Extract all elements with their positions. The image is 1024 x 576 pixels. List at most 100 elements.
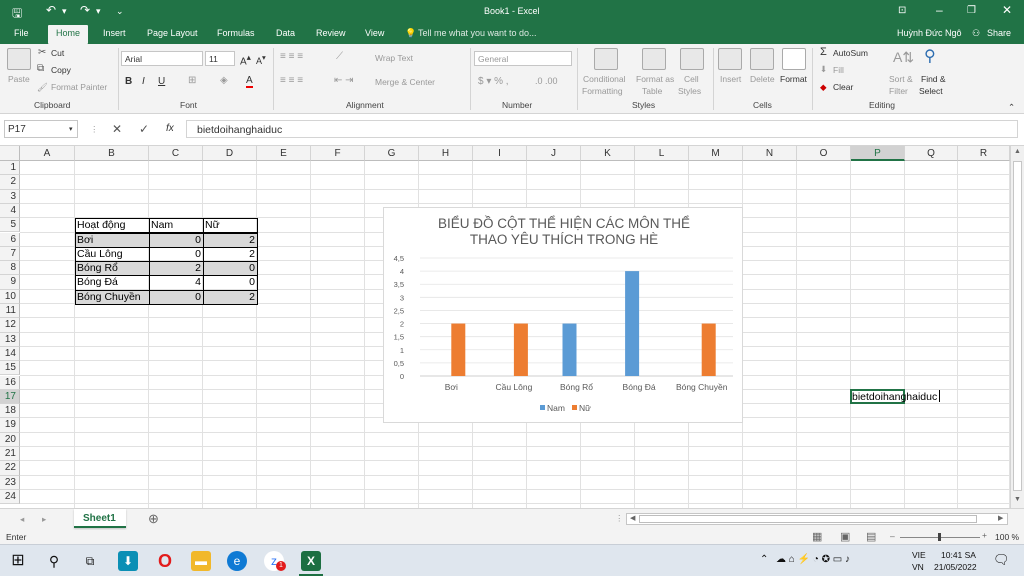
sort-label1[interactable]: Sort & bbox=[889, 74, 913, 84]
conditional-formatting-label2[interactable]: Formatting bbox=[582, 86, 623, 96]
column-header-m[interactable]: M bbox=[689, 146, 743, 161]
name-box-dropdown-icon[interactable]: ▾ bbox=[69, 125, 73, 133]
table-cell[interactable]: Cầu Lông bbox=[77, 247, 149, 261]
bar-chart[interactable]: BIỂU ĐỒ CỘT THỂ HIỆN CÁC MÔN THỂ THAO YÊ… bbox=[383, 207, 743, 423]
insert-cells-icon[interactable] bbox=[718, 48, 742, 70]
normal-view-icon[interactable]: ▦ bbox=[812, 530, 822, 543]
underline-button[interactable]: U bbox=[158, 76, 165, 87]
enter-icon[interactable]: ✓ bbox=[139, 122, 149, 136]
row-header-4[interactable]: 4 bbox=[0, 203, 20, 219]
name-box[interactable]: P17 bbox=[4, 120, 78, 138]
align-left-icon[interactable]: ≡ ≡ ≡ bbox=[280, 75, 303, 86]
bar-nam-2[interactable] bbox=[562, 323, 577, 376]
table-cell[interactable]: 0 bbox=[205, 275, 257, 289]
cell-styles-icon[interactable] bbox=[680, 48, 704, 70]
column-header-i[interactable]: I bbox=[473, 146, 527, 161]
row-header-6[interactable]: 6 bbox=[0, 232, 20, 247]
menu-file[interactable]: File bbox=[14, 28, 29, 38]
row-header-3[interactable]: 3 bbox=[0, 189, 20, 204]
cell-styles-label1[interactable]: Cell bbox=[684, 74, 699, 84]
app-icon[interactable]: ⬇ bbox=[118, 551, 138, 571]
row-header-21[interactable]: 21 bbox=[0, 447, 20, 462]
table-cell[interactable]: 0 bbox=[151, 233, 203, 247]
table-header-cell[interactable]: Hoạt động bbox=[77, 218, 149, 232]
row-header-19[interactable]: 19 bbox=[0, 418, 20, 433]
menu-page-layout[interactable]: Page Layout bbox=[147, 28, 198, 38]
tell-me-search[interactable]: Tell me what you want to do... bbox=[418, 28, 537, 38]
table-header-cell[interactable]: Nữ bbox=[205, 218, 257, 232]
bar-nữ-0[interactable] bbox=[451, 323, 466, 376]
borders-icon[interactable]: ⊞ bbox=[188, 75, 196, 86]
conditional-formatting-icon[interactable] bbox=[594, 48, 618, 70]
menu-formulas[interactable]: Formulas bbox=[217, 28, 255, 38]
currency-icon[interactable]: $ ▾ % , bbox=[478, 76, 509, 87]
collapse-ribbon-icon[interactable]: ⌃ bbox=[1008, 102, 1015, 113]
bar-nam-3[interactable] bbox=[625, 271, 640, 376]
table-cell[interactable]: Bóng Đá bbox=[77, 275, 149, 289]
edge-icon[interactable]: e bbox=[227, 551, 247, 571]
restore-icon[interactable]: ❐ bbox=[967, 5, 976, 16]
cut-button[interactable]: Cut bbox=[51, 48, 64, 58]
row-header-2[interactable]: 2 bbox=[0, 175, 20, 190]
row-header-15[interactable]: 15 bbox=[0, 361, 20, 376]
font-color-icon[interactable]: A bbox=[246, 75, 253, 88]
tray-icons[interactable]: ☁ ⌂ ⚡ ◔ ✪ ▭ ♪ bbox=[776, 554, 850, 565]
cell-styles-label2[interactable]: Styles bbox=[678, 86, 701, 96]
cancel-icon[interactable]: ✕ bbox=[112, 122, 122, 136]
column-header-j[interactable]: J bbox=[527, 146, 581, 161]
column-header-a[interactable]: A bbox=[20, 146, 75, 161]
chevron-up-icon[interactable]: ⌃ bbox=[760, 554, 768, 565]
table-cell[interactable]: 0 bbox=[151, 247, 203, 261]
number-format-select[interactable]: General bbox=[474, 51, 572, 66]
column-header-r[interactable]: R bbox=[958, 146, 1010, 161]
delete-cells-button[interactable]: Delete bbox=[750, 74, 775, 84]
task-view-icon[interactable]: ⧉ bbox=[80, 551, 100, 571]
autosum-button[interactable]: AutoSum bbox=[833, 48, 868, 58]
select-all-corner[interactable] bbox=[0, 146, 20, 161]
row-header-9[interactable]: 9 bbox=[0, 275, 20, 290]
font-name-select[interactable]: Arial bbox=[121, 51, 203, 66]
table-cell[interactable]: Bóng Rổ bbox=[77, 261, 149, 275]
format-table-label1[interactable]: Format as bbox=[636, 74, 674, 84]
bar-nữ-1[interactable] bbox=[513, 323, 528, 376]
customize-toolbar-icon[interactable]: ⌄ bbox=[116, 6, 124, 17]
clock-time[interactable]: 10:41 SA bbox=[941, 550, 976, 560]
clock-date[interactable]: 21/05/2022 bbox=[934, 562, 977, 572]
active-cell-text[interactable]: bietdoihanghaiduc bbox=[852, 390, 937, 404]
format-cells-icon[interactable] bbox=[782, 48, 806, 70]
tab-scroll-left-icon[interactable]: ◂ bbox=[20, 514, 24, 525]
new-sheet-icon[interactable]: ⊕ bbox=[148, 511, 159, 527]
insert-function-button[interactable]: fx bbox=[166, 123, 174, 134]
hscroll-left-icon[interactable]: ◀ bbox=[630, 514, 635, 522]
table-cell[interactable]: 4 bbox=[151, 275, 203, 289]
user-name[interactable]: Huỳnh Đức Ngô bbox=[897, 28, 962, 38]
column-header-p[interactable]: P bbox=[851, 146, 905, 161]
row-header-8[interactable]: 8 bbox=[0, 261, 20, 276]
copy-button[interactable]: Copy bbox=[51, 65, 71, 75]
worksheet-grid[interactable]: ABCDEFGHIJKLMNOPQR 1 2 3 4 5 6 7 8 9 10 11 12 13 14 15… bbox=[0, 146, 1024, 508]
windows-start-icon[interactable]: ⊞ bbox=[8, 551, 28, 571]
align-top-icon[interactable]: ≡ ≡ ≡ bbox=[280, 51, 303, 62]
find-label2[interactable]: Select bbox=[919, 86, 943, 96]
row-header-18[interactable]: 18 bbox=[0, 404, 20, 419]
row-header-17[interactable]: 17 bbox=[0, 389, 20, 405]
row-header-20[interactable]: 20 bbox=[0, 432, 20, 447]
row-header-13[interactable]: 13 bbox=[0, 332, 20, 347]
table-cell[interactable]: 2 bbox=[151, 261, 203, 275]
table-cell[interactable]: 0 bbox=[205, 261, 257, 275]
menu-home[interactable]: Home bbox=[48, 25, 89, 44]
language-line1[interactable]: VIE bbox=[912, 550, 926, 560]
zoom-slider-thumb[interactable] bbox=[938, 533, 941, 541]
table-cell[interactable]: Bóng Chuyền bbox=[77, 290, 149, 304]
row-header-14[interactable]: 14 bbox=[0, 346, 20, 362]
paste-button[interactable]: Paste bbox=[8, 74, 30, 84]
row-header-10[interactable]: 10 bbox=[0, 289, 20, 304]
sort-filter-icon[interactable]: A⇅ bbox=[893, 49, 914, 66]
conditional-formatting-label1[interactable]: Conditional bbox=[583, 74, 626, 84]
column-header-b[interactable]: B bbox=[75, 146, 149, 161]
notifications-icon[interactable]: 🗨 bbox=[993, 552, 1010, 568]
excel-icon[interactable]: X bbox=[301, 551, 321, 571]
horizontal-scrollbar[interactable]: ◀ ▶ bbox=[626, 513, 1008, 525]
grow-font-icon[interactable]: A▴ bbox=[240, 52, 251, 67]
opera-icon[interactable]: O bbox=[155, 551, 175, 571]
